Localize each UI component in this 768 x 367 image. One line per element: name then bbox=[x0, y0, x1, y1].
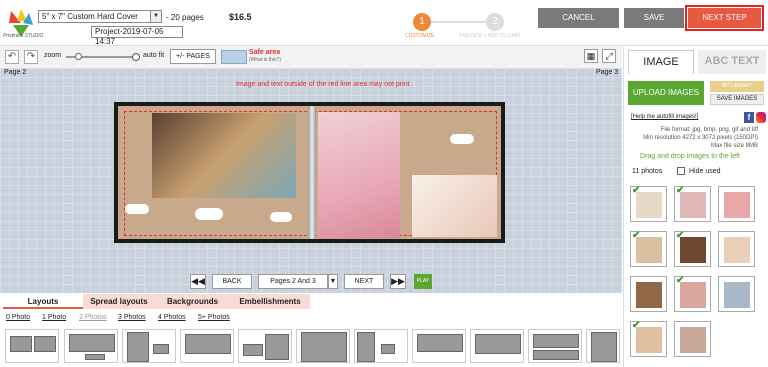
autofill-help-link[interactable]: [Help me autofill images!] bbox=[631, 114, 698, 120]
last-page-icon[interactable]: ▶▶ bbox=[390, 274, 406, 289]
step-connector bbox=[431, 21, 486, 23]
safe-area-help-link[interactable]: (What is this?) bbox=[249, 57, 281, 63]
redo-icon[interactable]: ↷ bbox=[24, 50, 38, 64]
first-page-icon[interactable]: ◀◀ bbox=[190, 274, 206, 289]
subtab-4-photos[interactable]: 4 Photos bbox=[158, 314, 186, 321]
fullscreen-icon[interactable]: ⤢ bbox=[602, 49, 616, 63]
product-select[interactable]: 5" x 7" Custom Hard Cover ▼ bbox=[38, 10, 162, 23]
grid-icon[interactable]: ▦ bbox=[584, 49, 598, 63]
chevron-down-icon[interactable]: ▼ bbox=[150, 11, 161, 22]
layout-thumbnail[interactable] bbox=[528, 329, 582, 363]
page-select[interactable]: Pages 2 And 3 bbox=[258, 274, 328, 289]
photo-thumbnail[interactable]: ✔ bbox=[674, 275, 711, 312]
photo-thumbnail[interactable]: ✔ bbox=[630, 185, 667, 222]
layout-thumbnail[interactable] bbox=[296, 329, 350, 363]
tab-spread-layouts[interactable]: Spread layouts bbox=[83, 294, 155, 309]
photo-count: 11 photos bbox=[632, 168, 663, 175]
photo-thumbnail[interactable] bbox=[718, 186, 755, 222]
step-preview[interactable]: 2 bbox=[486, 13, 504, 31]
zoom-slider-handle[interactable] bbox=[75, 53, 82, 60]
auto-fit-radio[interactable] bbox=[132, 53, 140, 61]
subtab-0-photo[interactable]: 0 Photo bbox=[6, 314, 30, 321]
photo-thumbnail[interactable] bbox=[674, 321, 711, 357]
subtab-2-photos[interactable]: 2 Photos bbox=[79, 314, 107, 321]
layout-thumbnail[interactable] bbox=[238, 329, 292, 363]
page-label-left: Page 2 bbox=[4, 69, 27, 76]
layout-thumbnail[interactable] bbox=[180, 329, 234, 363]
hide-used-checkbox[interactable] bbox=[677, 167, 685, 175]
photo-thumbnail[interactable]: ✔ bbox=[674, 185, 711, 222]
layout-thumbnail[interactable] bbox=[354, 329, 408, 363]
tab-image[interactable]: IMAGE bbox=[628, 50, 694, 74]
resolution-info: Min resolution 4272 x 3072 pixels (150DP… bbox=[643, 135, 758, 141]
cloud-decoration bbox=[270, 212, 292, 222]
layout-thumbnail[interactable] bbox=[122, 329, 176, 363]
price: $16.5 bbox=[229, 12, 252, 22]
photo-thumbnail[interactable] bbox=[718, 231, 755, 267]
chevron-down-icon[interactable]: ▼ bbox=[328, 274, 338, 289]
tab-text[interactable]: ABC TEXT bbox=[698, 50, 766, 74]
check-icon: ✔ bbox=[676, 275, 685, 286]
save-images-button[interactable]: SAVE IMAGES bbox=[710, 94, 764, 105]
page-label-right: Page 3 bbox=[596, 69, 619, 76]
layout-thumbnail[interactable] bbox=[470, 329, 524, 363]
photo-baby-sleeping[interactable] bbox=[152, 113, 296, 198]
undo-icon[interactable]: ↶ bbox=[5, 50, 19, 64]
photo-thumbnail[interactable] bbox=[718, 276, 755, 312]
cancel-button[interactable]: CANCEL bbox=[538, 8, 619, 28]
safe-area-label[interactable]: Safe area bbox=[249, 49, 280, 56]
page-count: - 20 pages bbox=[166, 13, 204, 22]
photo-thumbnail[interactable]: ✔ bbox=[630, 320, 667, 357]
cloud-decoration bbox=[450, 134, 474, 144]
photo-thumbnail[interactable] bbox=[630, 276, 667, 312]
subtab-1-photo[interactable]: 1 Photo bbox=[42, 314, 66, 321]
facebook-icon[interactable]: f bbox=[744, 112, 754, 123]
logo-text: Pristine's STUDIO bbox=[3, 33, 44, 39]
my-library-button[interactable]: MY LIBRARY bbox=[710, 81, 764, 92]
subtab-5-photos[interactable]: 5+ Photos bbox=[198, 314, 230, 321]
cloud-decoration bbox=[125, 204, 149, 214]
next-button[interactable]: NEXT bbox=[344, 274, 384, 289]
check-icon: ✔ bbox=[676, 185, 685, 196]
check-icon: ✔ bbox=[676, 230, 685, 241]
file-format-info: File format: jpg, bmp, png, gif and tiff bbox=[660, 127, 758, 133]
instagram-icon[interactable] bbox=[756, 112, 766, 123]
photo-baby-flowers[interactable] bbox=[318, 112, 400, 238]
print-warning: Image and text outside of the red line a… bbox=[236, 81, 410, 88]
save-button[interactable]: SAVE bbox=[624, 8, 684, 28]
photo-thumbnail[interactable]: ✔ bbox=[630, 230, 667, 267]
auto-fit-label: auto fit bbox=[143, 52, 165, 59]
hide-used-label: Hide used bbox=[689, 168, 721, 175]
file-size-info: Max file size 8MB bbox=[710, 143, 758, 149]
layout-thumbnail[interactable] bbox=[64, 329, 118, 363]
check-icon: ✔ bbox=[632, 230, 641, 241]
book-spine bbox=[308, 106, 316, 239]
layout-thumbnail[interactable] bbox=[5, 329, 59, 363]
cloud-decoration bbox=[195, 208, 223, 220]
next-step-button[interactable]: NEXT STEP bbox=[685, 5, 764, 31]
layout-thumbnail[interactable] bbox=[586, 329, 620, 363]
step-customize-label: CUSTOMIZE bbox=[405, 33, 435, 39]
project-name-field[interactable]: Project-2019-07-05 14:37 bbox=[91, 26, 183, 46]
tab-backgrounds[interactable]: Backgrounds bbox=[155, 294, 230, 309]
check-icon: ✔ bbox=[632, 185, 641, 196]
layout-thumbnail[interactable] bbox=[412, 329, 466, 363]
tab-embellishments[interactable]: Embellishments bbox=[230, 294, 310, 309]
check-icon: ✔ bbox=[632, 320, 641, 331]
add-remove-pages-button[interactable]: +/- PAGES bbox=[170, 49, 216, 64]
play-button[interactable]: PLAY bbox=[414, 274, 432, 289]
subtab-3-photos[interactable]: 3 Photos bbox=[118, 314, 146, 321]
step-customize[interactable]: 1 bbox=[413, 13, 431, 31]
drag-hint: Drag and drop images to the left bbox=[640, 153, 741, 160]
safe-area-icon[interactable] bbox=[221, 50, 247, 64]
photo-thumbnail[interactable]: ✔ bbox=[674, 230, 711, 267]
upload-images-button[interactable]: UPLOAD IMAGES bbox=[628, 81, 704, 105]
zoom-label: zoom bbox=[44, 52, 62, 59]
tab-layouts[interactable]: Layouts bbox=[3, 294, 83, 309]
photo-baby-sitting[interactable] bbox=[412, 175, 497, 237]
back-button[interactable]: BACK bbox=[212, 274, 252, 289]
step-preview-label: PREVIEW + ADD TO CART bbox=[459, 33, 522, 39]
